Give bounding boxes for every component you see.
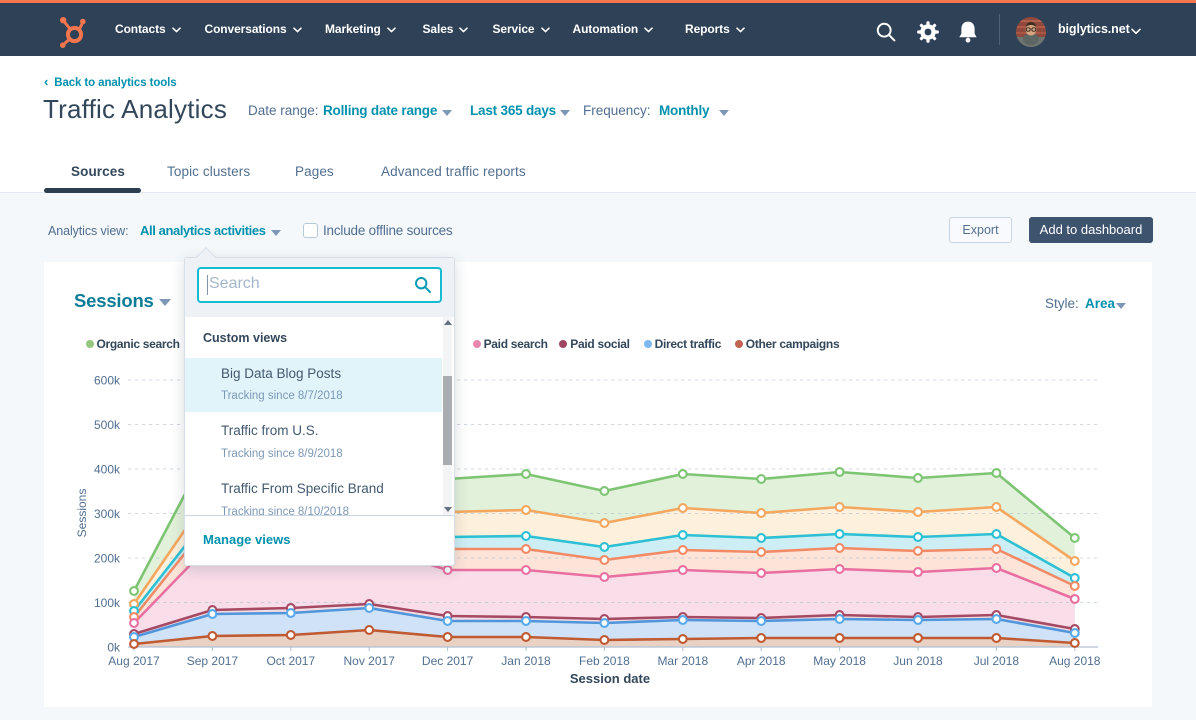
svg-text:Sep 2017: Sep 2017 — [187, 654, 239, 668]
svg-text:Nov 2017: Nov 2017 — [344, 654, 396, 668]
svg-text:Oct 2017: Oct 2017 — [266, 654, 315, 668]
svg-text:0k: 0k — [107, 641, 121, 655]
svg-text:Apr 2018: Apr 2018 — [737, 654, 786, 668]
svg-text:Session date: Session date — [570, 671, 650, 686]
svg-text:400k: 400k — [94, 463, 121, 477]
svg-text:Mar 2018: Mar 2018 — [657, 654, 708, 668]
svg-text:May 2018: May 2018 — [813, 654, 866, 668]
svg-text:300k: 300k — [94, 507, 121, 521]
svg-text:600k: 600k — [94, 374, 121, 388]
svg-text:Aug 2018: Aug 2018 — [1049, 654, 1101, 668]
svg-text:Dec 2017: Dec 2017 — [422, 654, 474, 668]
svg-text:100k: 100k — [94, 596, 121, 610]
svg-text:Aug 2017: Aug 2017 — [108, 654, 160, 668]
svg-text:Feb 2018: Feb 2018 — [579, 654, 630, 668]
svg-text:Jul 2018: Jul 2018 — [974, 654, 1020, 668]
svg-text:500k: 500k — [94, 418, 121, 432]
svg-text:200k: 200k — [94, 552, 121, 566]
svg-text:Jan 2018: Jan 2018 — [501, 654, 551, 668]
svg-text:Sessions: Sessions — [75, 489, 89, 538]
svg-text:Jun 2018: Jun 2018 — [893, 654, 943, 668]
